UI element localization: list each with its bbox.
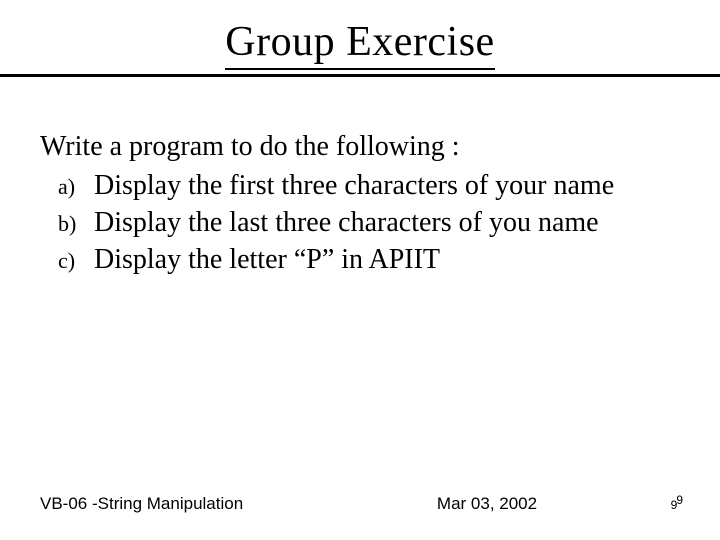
list-text: Display the first three characters of yo… — [94, 168, 680, 203]
footer-left: VB-06 -String Manipulation — [40, 494, 338, 514]
page-number-sup: 9 — [676, 493, 683, 507]
intro-text: Write a program to do the following : — [40, 129, 680, 164]
list-marker: b) — [40, 205, 94, 240]
list-text: Display the last three characters of you… — [94, 205, 680, 240]
list-item: a) Display the first three characters of… — [40, 168, 680, 203]
slide-footer: VB-06 -String Manipulation Mar 03, 2002 … — [0, 494, 720, 514]
list-text: Display the letter “P” in APIIT — [94, 242, 680, 277]
footer-page: 99 — [636, 494, 684, 514]
slide-body: Write a program to do the following : a)… — [0, 77, 720, 277]
list-marker: a) — [40, 168, 94, 203]
list-marker: c) — [40, 242, 94, 277]
footer-date: Mar 03, 2002 — [338, 494, 636, 514]
slide-title: Group Exercise — [225, 18, 494, 70]
list-item: c) Display the letter “P” in APIIT — [40, 242, 680, 277]
list-item: b) Display the last three characters of … — [40, 205, 680, 240]
